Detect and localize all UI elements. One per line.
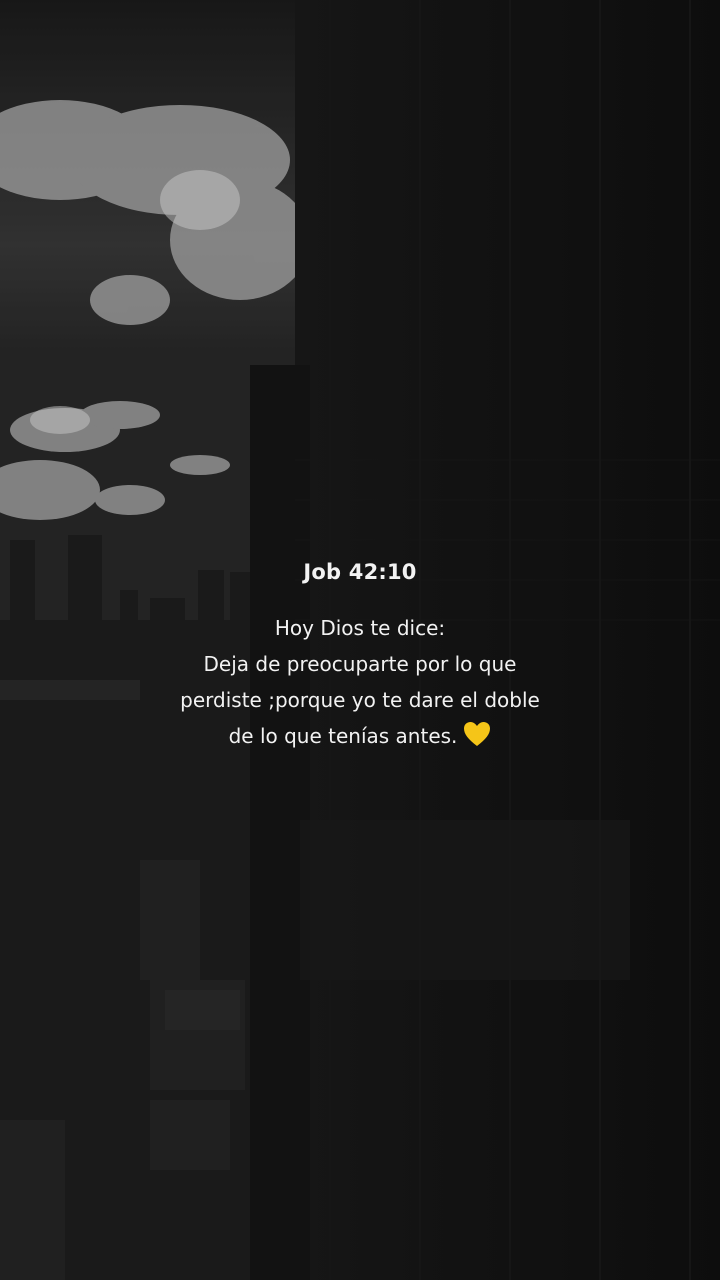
verse-text: Hoy Dios te dice: Deja de preocuparte po… (0, 610, 720, 758)
verse-line: perdiste ;porque yo te dare el doble (180, 688, 540, 712)
verse-line: Deja de preocuparte por lo que (203, 652, 517, 676)
verse-reference: Job 42:10 (303, 560, 417, 584)
verse-line: Hoy Dios te dice: (274, 616, 446, 640)
wallpaper: Job 42:10 Hoy Dios te dice: Deja de preo… (0, 0, 720, 1280)
yellow-heart-icon (463, 721, 491, 758)
verse-line: de lo que tenías antes. (0, 718, 720, 758)
verse-block: Job 42:10 Hoy Dios te dice: Deja de preo… (0, 560, 720, 758)
